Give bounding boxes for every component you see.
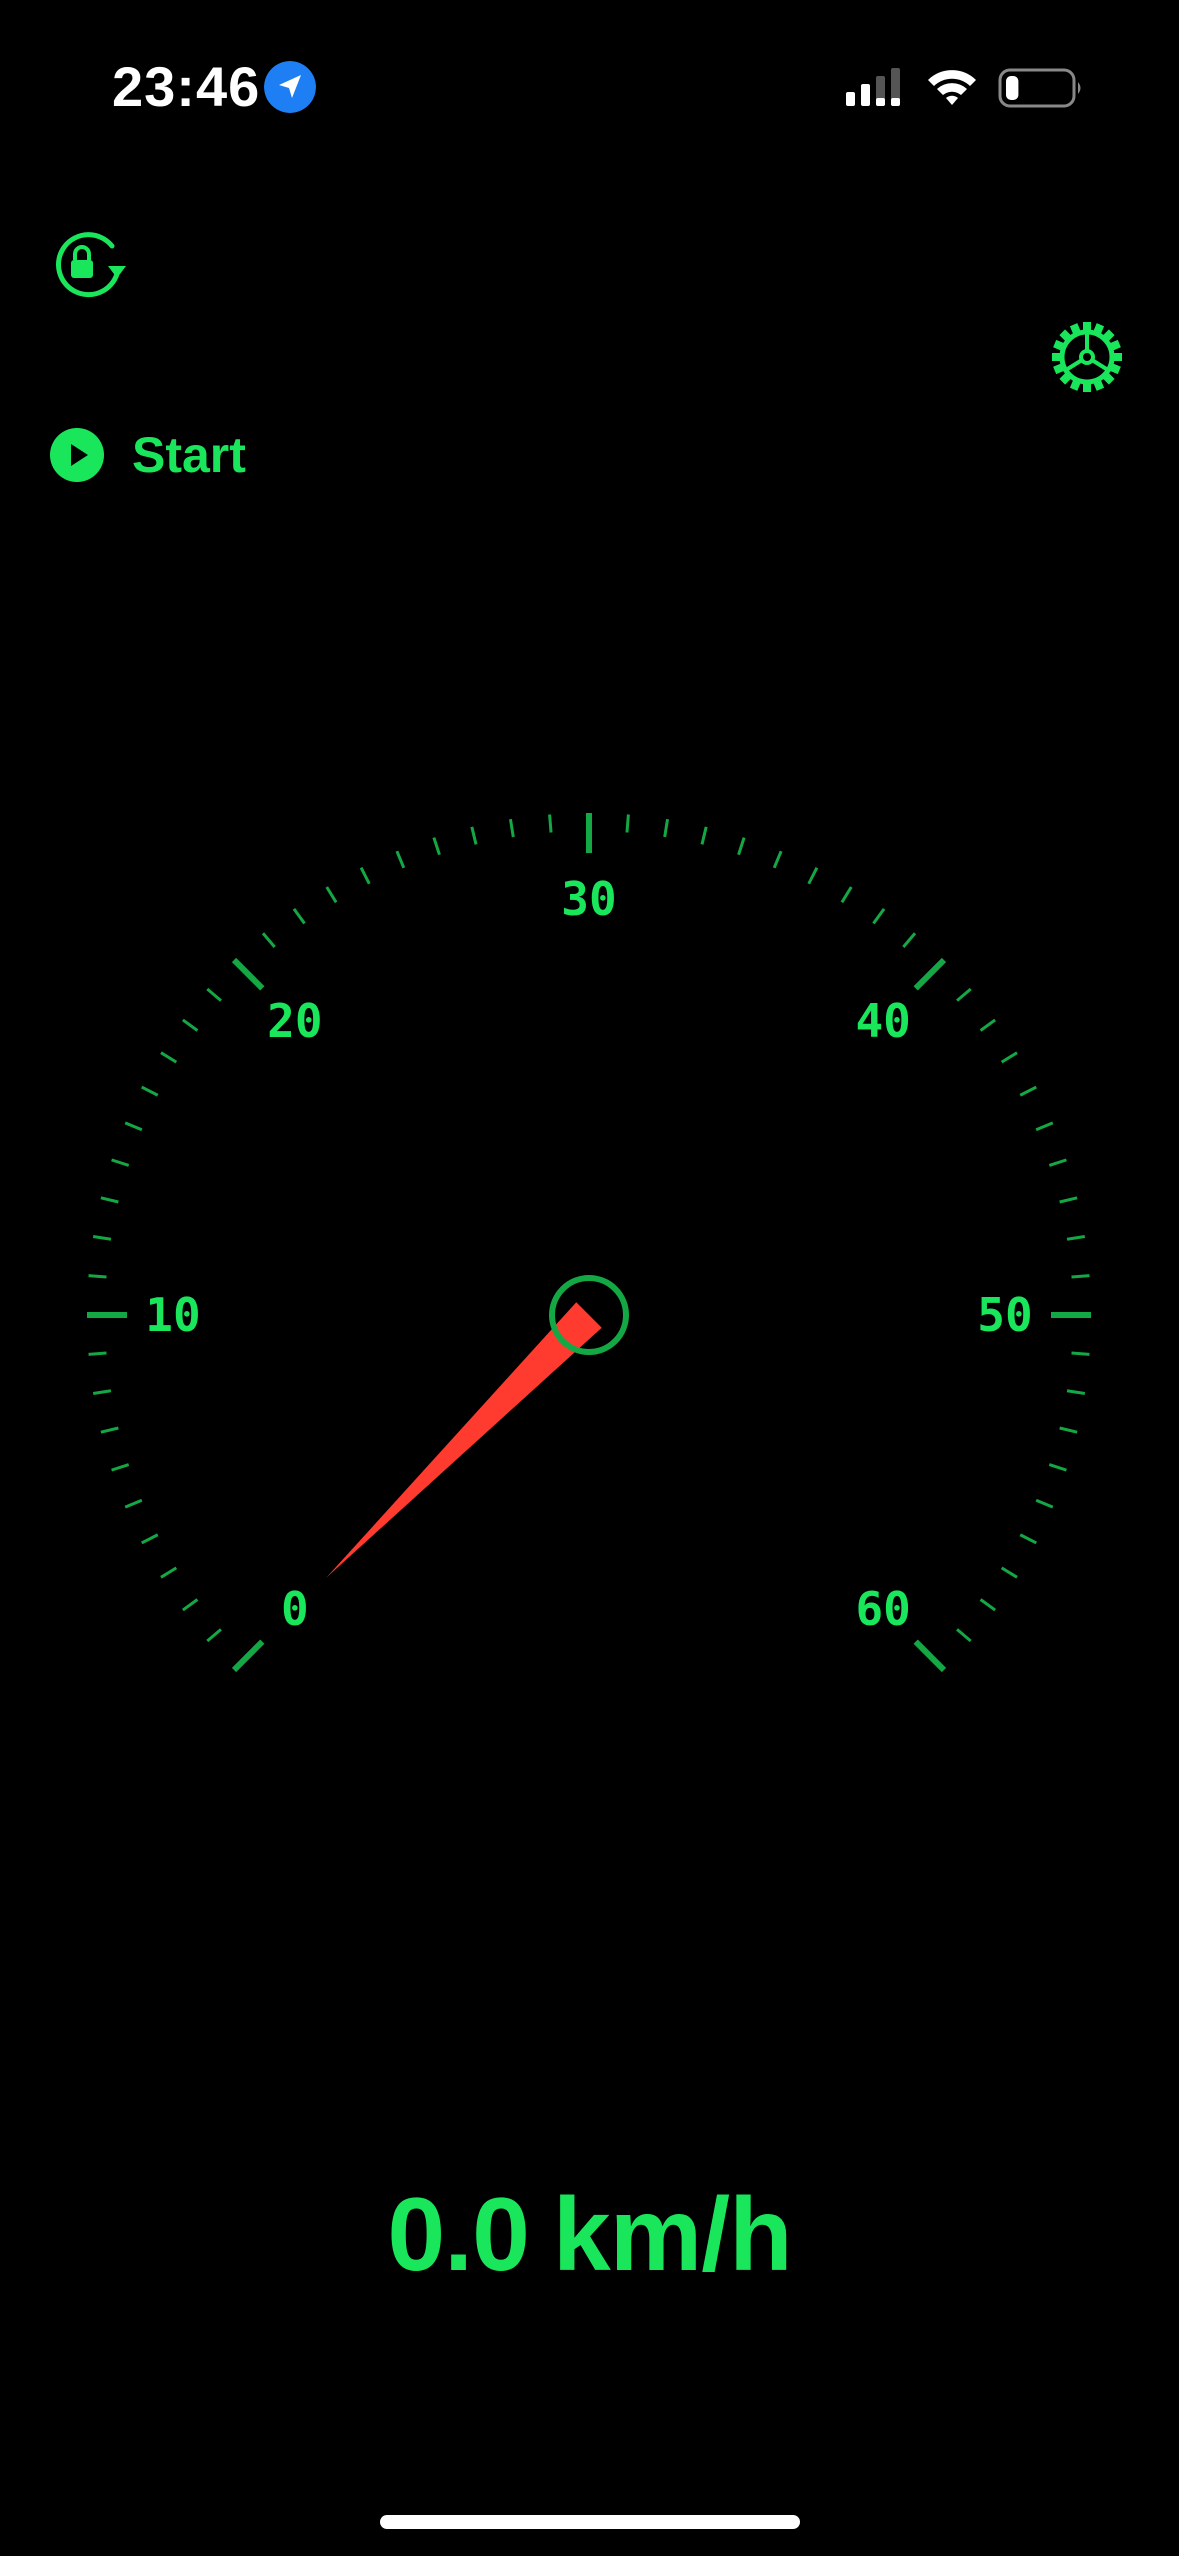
gauge-minor-tick — [359, 867, 371, 885]
gauge-minor-tick — [625, 814, 630, 833]
gauge-minor-tick — [292, 907, 306, 925]
gauge-minor-tick — [1035, 1498, 1054, 1509]
gauge-minor-tick — [111, 1463, 130, 1472]
gauge-minor-tick — [1066, 1389, 1086, 1396]
gauge-minor-tick — [979, 1598, 997, 1612]
gauge-minor-tick — [141, 1533, 159, 1545]
gauge-minor-tick — [325, 886, 338, 904]
speed-readout: 0.0 km/h — [0, 2170, 1179, 2300]
rotation-lock-icon[interactable] — [50, 226, 132, 300]
gear-icon[interactable] — [1050, 320, 1124, 394]
gauge-major-tick — [231, 1639, 265, 1673]
gauge-tick-label: 10 — [145, 1288, 200, 1342]
gauge-tick-label: 50 — [977, 1288, 1032, 1342]
gauge-minor-tick — [1048, 1463, 1067, 1472]
gauge-minor-tick — [1071, 1274, 1090, 1279]
gauge-minor-tick — [1000, 1566, 1018, 1579]
start-label: Start — [132, 427, 246, 483]
status-time: 23:46 — [112, 55, 261, 118]
gauge-minor-tick — [840, 886, 853, 904]
gauge-major-tick — [913, 1639, 947, 1673]
gauge-minor-tick — [470, 826, 478, 845]
location-arrow-icon — [264, 61, 316, 113]
speed-needle-icon — [325, 1302, 602, 1579]
needle-hub — [549, 1275, 629, 1355]
gauge-minor-tick — [100, 1426, 119, 1434]
gauge-minor-tick — [160, 1051, 178, 1064]
speed-unit: km/h — [552, 2177, 793, 2293]
start-button[interactable]: Start — [50, 420, 246, 490]
gauge-minor-tick — [92, 1389, 112, 1396]
gauge-tick-label: 20 — [267, 994, 322, 1048]
gauge-major-tick — [231, 957, 265, 991]
gauge-minor-tick — [88, 1351, 107, 1356]
gauge-minor-tick — [124, 1498, 143, 1509]
gauge-minor-tick — [395, 850, 406, 869]
gauge-minor-tick — [1059, 1196, 1078, 1204]
gauge-major-tick — [913, 957, 947, 991]
gauge-minor-tick — [1000, 1051, 1018, 1064]
gauge-minor-tick — [88, 1274, 107, 1279]
gauge-labels: 0 10 20 30 40 50 60 — [145, 872, 1032, 1636]
gauge-minor-tick — [206, 1628, 222, 1643]
cellular-signal-icon — [846, 68, 900, 106]
gauge-minor-tick — [206, 987, 222, 1002]
gauge-minor-tick — [807, 867, 819, 885]
gauge-minor-tick — [700, 826, 708, 845]
gauge-ticks — [87, 813, 1091, 1673]
gauge-tick-label: 0 — [281, 1582, 309, 1636]
gauge-minor-tick — [1035, 1121, 1054, 1132]
gauge-minor-tick — [181, 1598, 199, 1612]
gauge-minor-tick — [1019, 1533, 1037, 1545]
gauge-minor-tick — [508, 818, 515, 838]
gauge-minor-tick — [124, 1121, 143, 1132]
gauge-minor-tick — [181, 1018, 199, 1032]
gauge-minor-tick — [1048, 1158, 1067, 1167]
gauge-minor-tick — [160, 1566, 178, 1579]
gauge-minor-tick — [100, 1196, 119, 1204]
gauge-minor-tick — [432, 837, 441, 856]
gauge-tick-label: 40 — [855, 994, 910, 1048]
battery-icon — [998, 68, 1081, 108]
speed-needle — [325, 1302, 602, 1579]
gauge-minor-tick — [872, 907, 886, 925]
speed-value: 0.0 — [387, 2177, 530, 2293]
gauge-minor-tick — [902, 932, 917, 948]
gauge-minor-tick — [772, 850, 783, 869]
gauge-minor-tick — [956, 1628, 972, 1643]
gauge-minor-tick — [1059, 1426, 1078, 1434]
home-indicator[interactable] — [380, 2515, 800, 2529]
wifi-icon — [928, 70, 976, 105]
gauge-minor-tick — [261, 932, 276, 948]
gauge-minor-tick — [111, 1158, 130, 1167]
gauge-minor-tick — [663, 818, 670, 838]
gauge-minor-tick — [92, 1234, 112, 1241]
gauge-minor-tick — [141, 1085, 159, 1097]
gauge-minor-tick — [956, 987, 972, 1002]
gauge-tick-label: 60 — [855, 1582, 910, 1636]
gauge-minor-tick — [979, 1018, 997, 1032]
gauge-minor-tick — [1019, 1085, 1037, 1097]
gauge-tick-label: 30 — [561, 872, 616, 926]
play-circle-icon — [50, 428, 104, 482]
gauge-minor-tick — [737, 837, 746, 856]
gauge-minor-tick — [548, 814, 553, 833]
gauge-minor-tick — [1071, 1351, 1090, 1356]
gauge-minor-tick — [1066, 1234, 1086, 1241]
status-bar: 23:46 — [0, 0, 1179, 180]
